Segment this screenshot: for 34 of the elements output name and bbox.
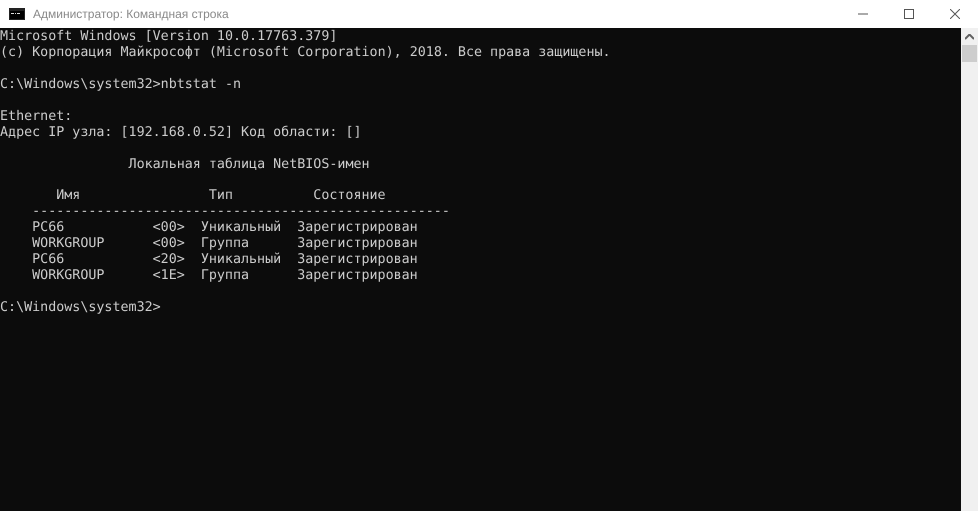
console-line: (c) Корпорация Майкрософт (Microsoft Corporation), 2018. Все права защищены. <box>0 44 611 60</box>
column-header: Тип <box>208 188 233 204</box>
table-cell: Уникальный <box>200 252 282 268</box>
console-line: Ethernet: <box>0 108 72 124</box>
console-line: C:\Windows\system32> <box>0 300 161 315</box>
column-header: Состояние <box>313 188 386 204</box>
window-title: Администратор: Командная строка <box>33 7 229 21</box>
table-cell: PC66 <box>32 252 64 268</box>
table-cell: PC66 <box>32 220 64 236</box>
scroll-up-icon[interactable] <box>965 34 974 40</box>
table-rule: ---------------------------------------------------- <box>32 204 450 220</box>
table-cell: Зарегистрирован <box>297 268 418 284</box>
maximize-icon <box>904 9 914 19</box>
table-cell: Зарегистрирован <box>297 220 418 236</box>
table-cell: <00> <box>152 220 185 236</box>
table-cell: <00> <box>152 236 185 252</box>
table-cell: Зарегистрирован <box>297 252 418 268</box>
column-header: Имя <box>56 188 80 204</box>
close-icon <box>950 9 960 19</box>
table-cell: Зарегистрирован <box>297 236 418 252</box>
table-cell: <1E> <box>152 268 185 284</box>
table-cell: WORKGROUP <box>32 268 104 284</box>
table-cell: Группа <box>200 268 250 284</box>
table-cell: WORKGROUP <box>32 236 104 252</box>
scrollbar-thumb[interactable] <box>962 45 977 62</box>
console-line: Адрес IP узла: [192.168.0.52] Код области: [] <box>0 124 362 140</box>
table-cell: Группа <box>200 236 250 252</box>
console-icon <box>9 8 25 20</box>
console-line: Microsoft Windows [Version 10.0.17763.379] <box>0 29 338 44</box>
table-cell: <20> <box>152 252 185 268</box>
table-cell: Уникальный <box>200 220 282 236</box>
scrollbar[interactable] <box>961 28 978 511</box>
table-caption: Локальная таблица NetBIOS-имен <box>128 156 370 172</box>
console-line: C:\Windows\system32>nbtstat -n <box>0 76 242 92</box>
